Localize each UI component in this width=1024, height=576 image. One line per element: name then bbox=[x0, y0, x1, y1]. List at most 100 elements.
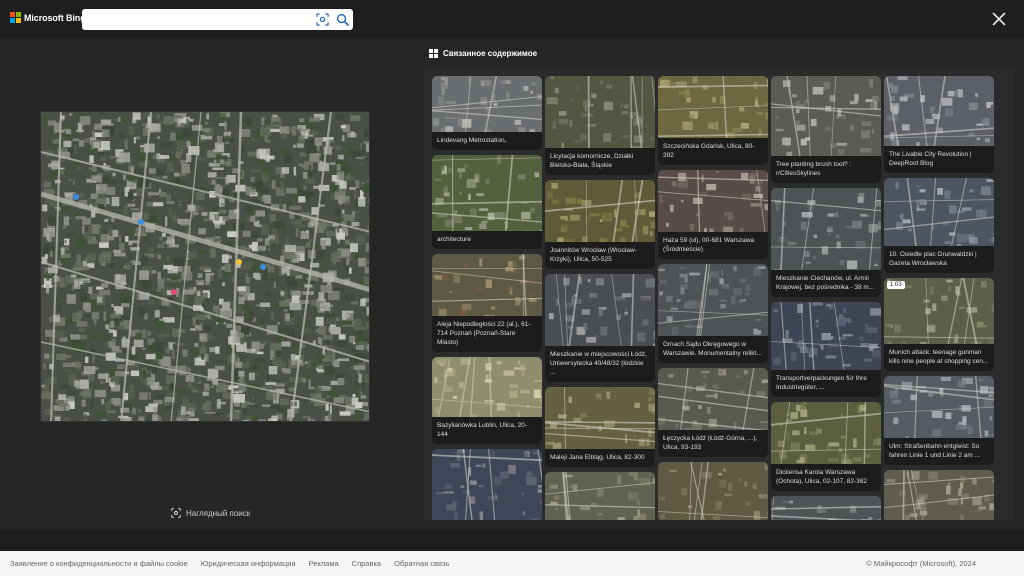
related-image-thumbnail[interactable] bbox=[545, 472, 655, 520]
related-image-caption[interactable]: Ulm: Straßenbahn entgleist: So fahren Li… bbox=[884, 438, 994, 465]
close-icon[interactable] bbox=[990, 10, 1008, 28]
related-image-card[interactable]: Licytacja komornicze, Działki Bielsko-Bi… bbox=[545, 76, 655, 175]
grid-icon bbox=[429, 49, 438, 58]
related-image-thumbnail[interactable] bbox=[658, 264, 768, 336]
related-image-thumbnail[interactable] bbox=[545, 274, 655, 346]
related-image-card[interactable]: The Livable City Revolution | DeepRoot B… bbox=[884, 76, 994, 173]
footer-link-privacy[interactable]: Заявление о конфиденциальности и файлы c… bbox=[10, 559, 188, 568]
footer-link-advertise[interactable]: Реклама bbox=[309, 559, 339, 568]
related-image-card[interactable]: Joannitów Wrocław (Wrocław-Krzyki), Ulic… bbox=[545, 180, 655, 269]
related-image-card[interactable]: Aleja Niepodległości 22 (al.), 61-714 Po… bbox=[432, 254, 542, 352]
image-viewer: Наглядный поиск Связанное содержимое Lin… bbox=[0, 38, 1024, 530]
related-image-card[interactable]: Dickensa Karola Warszawa (Ochota), Ulica… bbox=[771, 402, 881, 491]
main-aerial-image[interactable] bbox=[40, 111, 370, 422]
bing-logo[interactable]: Microsoft Bing bbox=[10, 12, 86, 23]
footer-link-feedback[interactable]: Обратная связь bbox=[394, 559, 449, 568]
copyright: © Майкрософт (Microsoft), 2024 bbox=[866, 559, 976, 568]
footer: Заявление о конфиденциальности и файлы c… bbox=[0, 551, 1024, 576]
camera-scan-icon bbox=[171, 508, 181, 518]
related-image-caption[interactable]: Licytacja komornicze, Działki Bielsko-Bi… bbox=[545, 148, 655, 175]
related-image-thumbnail[interactable] bbox=[884, 376, 994, 438]
related-image-thumbnail[interactable] bbox=[771, 402, 881, 464]
related-image-thumbnail[interactable] bbox=[432, 449, 542, 520]
related-image-caption[interactable]: Mieszkanie w miejscowości Łódź, Uniwersy… bbox=[545, 346, 655, 382]
related-image-card[interactable]: 10. Osiedle plac Grunwaldzki | Gazeta Wr… bbox=[884, 178, 994, 273]
related-image-thumbnail[interactable] bbox=[658, 462, 768, 520]
related-image-thumbnail[interactable] bbox=[771, 188, 881, 270]
search-input[interactable] bbox=[82, 9, 307, 30]
related-image-caption[interactable]: Transportverpackungen für Ihre Industrie… bbox=[771, 370, 881, 397]
related-image-card[interactable] bbox=[545, 472, 655, 520]
related-image-caption[interactable]: 10. Osiedle plac Grunwaldzki | Gazeta Wr… bbox=[884, 246, 994, 273]
related-image-thumbnail[interactable] bbox=[545, 387, 655, 449]
related-image-caption[interactable]: Dickensa Karola Warszawa (Ochota), Ulica… bbox=[771, 464, 881, 491]
related-image-caption[interactable]: Haża 59 (ul), 00-681 Warszawa (Śródmieśc… bbox=[658, 232, 768, 259]
related-image-thumbnail[interactable] bbox=[884, 178, 994, 246]
related-image-thumbnail[interactable] bbox=[432, 357, 542, 417]
related-image-caption[interactable]: Bazylianówka Lublin, Ulica, 20-144 bbox=[432, 417, 542, 444]
magnifier-icon[interactable] bbox=[336, 13, 349, 26]
related-image-card[interactable]: 1:03 Munich attack: teenage gunman kills … bbox=[884, 278, 994, 371]
camera-scan-icon[interactable] bbox=[316, 13, 329, 26]
related-image-card[interactable]: Lindevang Metrostation, bbox=[432, 76, 542, 150]
related-image-caption[interactable]: architecture bbox=[432, 231, 542, 249]
related-column: Lindevang Metrostation, architecture Aleja… bbox=[432, 76, 542, 520]
related-image-thumbnail[interactable] bbox=[771, 496, 881, 520]
related-image-thumbnail[interactable]: 1:03 bbox=[884, 278, 994, 344]
video-duration-badge: 1:03 bbox=[887, 281, 905, 289]
related-image-thumbnail[interactable] bbox=[658, 170, 768, 232]
related-image-thumbnail[interactable] bbox=[771, 76, 881, 156]
related-image-card[interactable]: Haża 59 (ul), 00-681 Warszawa (Śródmieśc… bbox=[658, 170, 768, 259]
aerial-map-image bbox=[41, 112, 369, 421]
related-image-card[interactable]: Mieszkanie w miejscowości Łódź, Uniwersy… bbox=[545, 274, 655, 382]
footer-link-legal[interactable]: Юридическая информация bbox=[201, 559, 296, 568]
related-image-caption[interactable]: Aleja Niepodległości 22 (al.), 61-714 Po… bbox=[432, 316, 542, 352]
related-image-caption[interactable]: Munich attack: teenage gunman kills nine… bbox=[884, 344, 994, 371]
related-image-card[interactable]: Transportverpackungen für Ihre Industrie… bbox=[771, 302, 881, 397]
related-image-thumbnail[interactable] bbox=[771, 302, 881, 370]
related-image-card[interactable]: Szczecińska Gdańsk, Ulica, 80-392 bbox=[658, 76, 768, 165]
related-image-caption[interactable]: Gmach Sądu Okręgowego w Warszawie. Monum… bbox=[658, 336, 768, 363]
related-image-thumbnail[interactable] bbox=[884, 470, 994, 520]
footer-link-help[interactable]: Справка bbox=[352, 559, 381, 568]
related-content-header: Связанное содержимое bbox=[429, 49, 537, 58]
related-image-caption[interactable]: Łęczycka Łódź (Łódź-Górna, ...), Ulica, … bbox=[658, 430, 768, 457]
related-image-card[interactable] bbox=[771, 496, 881, 520]
related-image-card[interactable]: Ulm: Straßenbahn entgleist: So fahren Li… bbox=[884, 376, 994, 465]
related-image-thumbnail[interactable] bbox=[545, 180, 655, 242]
related-image-card[interactable]: Gmach Sądu Okręgowego w Warszawie. Monum… bbox=[658, 264, 768, 363]
visual-search-button[interactable]: Наглядный поиск bbox=[171, 508, 250, 518]
logo-text: Microsoft Bing bbox=[24, 12, 86, 23]
related-image-card[interactable]: Łęczycka Łódź (Łódź-Górna, ...), Ulica, … bbox=[658, 368, 768, 457]
related-image-card[interactable]: Maleji Jana Elbląg, Ulica, 82-300 bbox=[545, 387, 655, 467]
related-image-caption[interactable]: Maleji Jana Elbląg, Ulica, 82-300 bbox=[545, 449, 655, 467]
related-image-thumbnail[interactable] bbox=[658, 368, 768, 430]
related-image-thumbnail[interactable] bbox=[884, 76, 994, 146]
microsoft-logo-icon bbox=[10, 12, 21, 23]
related-image-card[interactable]: architecture bbox=[432, 155, 542, 249]
related-image-caption[interactable]: The Livable City Revolution | DeepRoot B… bbox=[884, 146, 994, 173]
related-image-thumbnail[interactable] bbox=[432, 76, 542, 132]
footer-links: Заявление о конфиденциальности и файлы c… bbox=[10, 559, 449, 568]
related-image-thumbnail[interactable] bbox=[658, 76, 768, 138]
related-column: Tree planting brush tool? : r/CitiesSkyl… bbox=[771, 76, 881, 520]
related-image-card[interactable]: Tree planting brush tool? : r/CitiesSkyl… bbox=[771, 76, 881, 183]
related-image-card[interactable]: Bazylianówka Lublin, Ulica, 20-144 bbox=[432, 357, 542, 444]
related-column: Licytacja komornicze, Działki Bielsko-Bi… bbox=[545, 76, 655, 520]
related-image-caption[interactable]: Szczecińska Gdańsk, Ulica, 80-392 bbox=[658, 138, 768, 165]
related-image-thumbnail[interactable] bbox=[545, 76, 655, 148]
related-content-panel: Lindevang Metrostation, architecture Aleja… bbox=[425, 68, 1014, 520]
related-image-caption[interactable]: Mieszkanie Ciechanów, ul. Armii Krajowej… bbox=[771, 270, 881, 297]
related-image-caption[interactable]: Joannitów Wrocław (Wrocław-Krzyki), Ulic… bbox=[545, 242, 655, 269]
top-bar: Microsoft Bing bbox=[0, 0, 1024, 38]
related-image-thumbnail[interactable] bbox=[432, 254, 542, 316]
related-image-card[interactable] bbox=[884, 470, 994, 520]
related-column: The Livable City Revolution | DeepRoot B… bbox=[884, 76, 994, 520]
visual-search-label: Наглядный поиск bbox=[186, 508, 251, 518]
related-image-card[interactable] bbox=[658, 462, 768, 520]
related-image-thumbnail[interactable] bbox=[432, 155, 542, 231]
related-image-card[interactable]: Mieszkanie Warszawa, ul. bbox=[432, 449, 542, 520]
related-image-card[interactable]: Mieszkanie Ciechanów, ul. Armii Krajowej… bbox=[771, 188, 881, 297]
related-image-caption[interactable]: Lindevang Metrostation, bbox=[432, 132, 542, 150]
related-image-caption[interactable]: Tree planting brush tool? : r/CitiesSkyl… bbox=[771, 156, 881, 183]
